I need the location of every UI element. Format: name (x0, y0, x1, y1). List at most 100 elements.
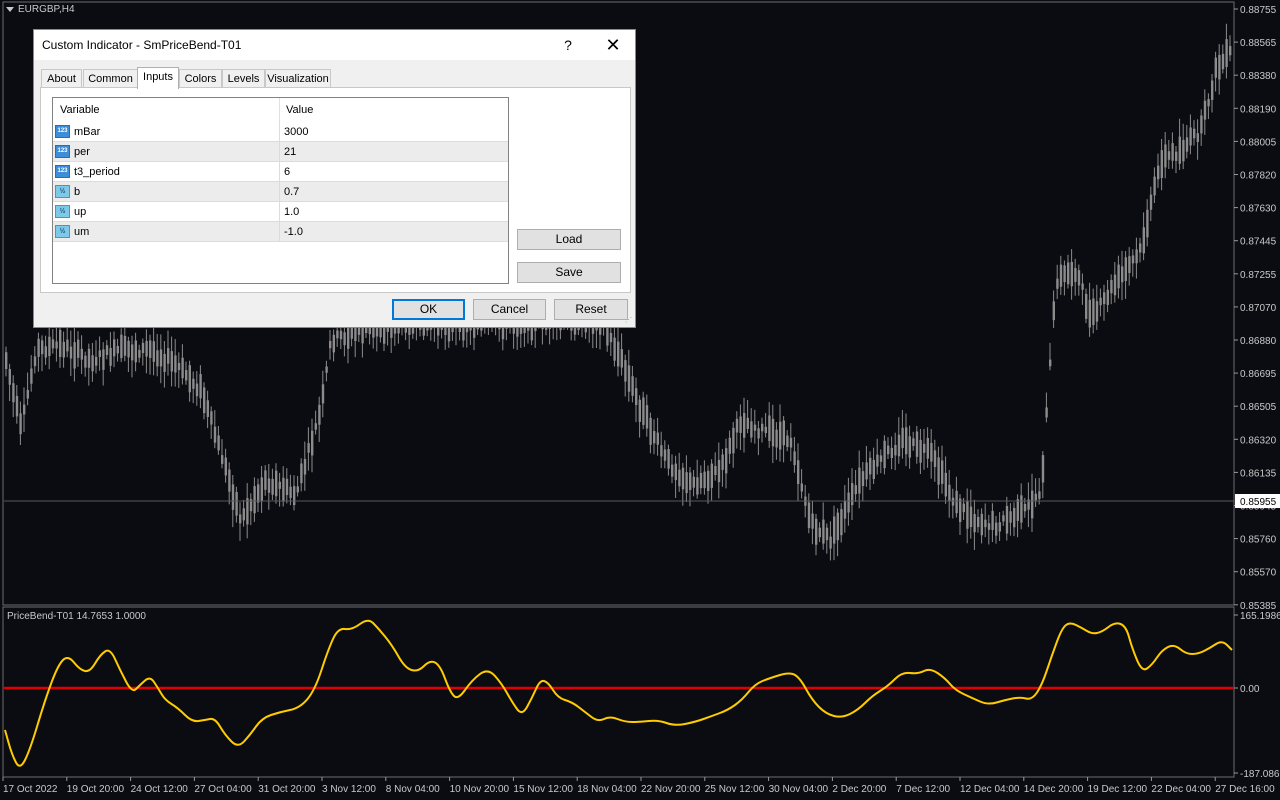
candle-body (217, 435, 220, 451)
candle-body (681, 467, 685, 490)
cell-separator (279, 122, 280, 142)
table-row[interactable]: 123 t3_period 6 (53, 162, 508, 182)
table-row[interactable]: ½ b 0.7 (53, 182, 508, 202)
double-icon: ½ (55, 205, 70, 218)
candle-body (685, 472, 688, 494)
time-tick-label: 14 Dec 20:00 (1024, 784, 1084, 795)
variable-value[interactable]: 21 (284, 146, 296, 158)
candle-body (1070, 261, 1073, 287)
help-button[interactable]: ? (558, 34, 578, 56)
variable-name: mBar (74, 126, 101, 138)
candle-body (915, 431, 919, 457)
save-button[interactable]: Save (517, 262, 621, 283)
candle-body (37, 338, 40, 357)
candle-body (170, 351, 173, 372)
variable-value[interactable]: 0.7 (284, 186, 299, 198)
column-variable[interactable]: Variable (60, 104, 100, 116)
tab-colors[interactable]: Colors (179, 69, 222, 87)
variable-value[interactable]: 3000 (284, 126, 308, 138)
candle-body (84, 355, 87, 368)
cancel-button[interactable]: Cancel (473, 299, 546, 320)
cell-separator (279, 202, 280, 222)
candle-body (653, 431, 656, 444)
candle-body (1157, 165, 1160, 180)
candle-body (1081, 283, 1084, 290)
variable-value[interactable]: -1.0 (284, 226, 303, 238)
candle-body (1002, 515, 1005, 522)
column-value[interactable]: Value (286, 104, 313, 116)
price-tick-label: 0.88565 (1240, 38, 1277, 49)
candle-body (735, 418, 739, 433)
tab-inputs[interactable]: Inputs (137, 67, 179, 89)
candle-body (944, 472, 947, 497)
reset-button[interactable]: Reset (554, 299, 628, 320)
price-tick-label: 0.87255 (1240, 270, 1277, 281)
close-icon[interactable]: ✕ (600, 34, 626, 56)
table-row[interactable]: ½ up 1.0 (53, 202, 508, 222)
tab-about[interactable]: About (41, 69, 82, 87)
ok-button[interactable]: OK (392, 299, 465, 320)
price-tick-label: 0.85570 (1240, 568, 1277, 579)
candle-body (188, 365, 191, 393)
table-row[interactable]: 123 per 21 (53, 142, 508, 162)
candle-body (15, 395, 19, 417)
candle-body (948, 484, 951, 501)
candle-body (703, 471, 706, 489)
candle-body (206, 400, 209, 417)
candle-body (725, 448, 728, 474)
candle-body (95, 356, 98, 366)
candle-body (969, 506, 973, 528)
candle-body (1031, 490, 1034, 519)
candle-body (692, 476, 695, 488)
candle-body (955, 490, 958, 514)
resize-grip-icon[interactable]: ⋰ (625, 317, 633, 325)
variable-value[interactable]: 6 (284, 166, 290, 178)
candle-body (710, 463, 713, 488)
candle-body (239, 514, 242, 524)
candle-body (314, 423, 317, 430)
candle-body (8, 368, 11, 385)
candle-body (1131, 255, 1135, 264)
time-tick-label: 18 Nov 04:00 (577, 784, 637, 795)
tab-visualization[interactable]: Visualization (265, 69, 331, 87)
candle-body (278, 481, 281, 489)
candle-body (645, 405, 649, 429)
candle-body (185, 370, 188, 381)
dialog-title: Custom Indicator - SmPriceBend-T01 (42, 38, 242, 52)
candle-body (267, 478, 271, 493)
candle-body (1225, 39, 1228, 68)
candle-body (1103, 292, 1106, 305)
price-tick-label: 0.86505 (1240, 402, 1277, 413)
candle-body (1088, 299, 1091, 328)
candle-body (91, 355, 94, 372)
time-tick-label: 3 Nov 12:00 (322, 784, 376, 795)
column-separator[interactable] (279, 98, 280, 122)
candle-body (696, 477, 699, 495)
candle-body (1221, 53, 1225, 70)
candle-body (1142, 227, 1145, 254)
tab-levels[interactable]: Levels (222, 69, 265, 87)
dropdown-triangle-icon[interactable] (6, 6, 14, 12)
candle-body (80, 348, 83, 360)
variable-value[interactable]: 1.0 (284, 206, 299, 218)
candle-body (1200, 115, 1203, 134)
load-button[interactable]: Load (517, 229, 621, 250)
candle-body (912, 438, 915, 447)
candle-body (1185, 137, 1189, 152)
dialog-titlebar[interactable]: Custom Indicator - SmPriceBend-T01 ? ✕ (34, 30, 635, 60)
candle-body (977, 516, 980, 528)
candle-body (833, 516, 836, 544)
candle-body (44, 346, 47, 358)
candle-body (1121, 266, 1124, 283)
table-row[interactable]: ½ um -1.0 (53, 222, 508, 242)
candle-body (246, 498, 249, 525)
table-row[interactable]: 123 mBar 3000 (53, 122, 508, 142)
time-tick-label: 24 Oct 12:00 (131, 784, 189, 795)
candle-body (285, 478, 289, 496)
candle-body (624, 360, 627, 382)
time-tick-label: 22 Nov 20:00 (641, 784, 701, 795)
candle-body (271, 478, 274, 495)
time-tick-label: 19 Dec 12:00 (1088, 784, 1148, 795)
variable-name: per (74, 146, 90, 158)
tab-common[interactable]: Common (83, 69, 138, 87)
